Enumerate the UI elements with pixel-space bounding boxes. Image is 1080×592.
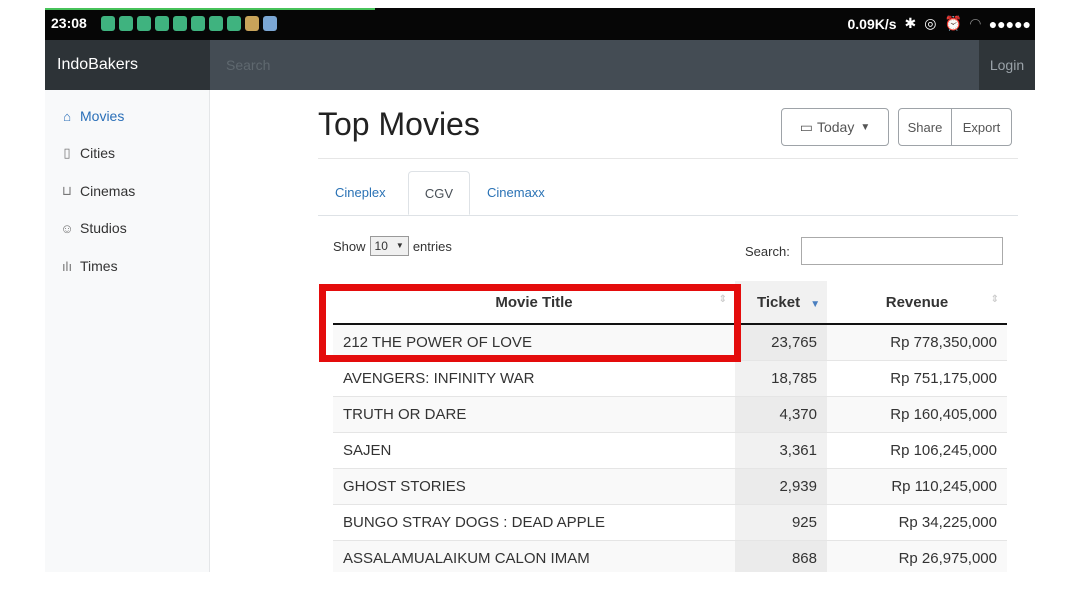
cell-title: ASSALAMUALAIKUM CALON IMAM bbox=[333, 540, 735, 572]
cell-revenue: Rp 26,975,000 bbox=[827, 540, 1007, 572]
cell-title: BUNGO STRAY DOGS : DEAD APPLE bbox=[333, 504, 735, 541]
status-time: 23:08 bbox=[51, 15, 87, 31]
header-divider bbox=[318, 158, 1018, 159]
sidebar-item-cities[interactable]: ▯ Cities bbox=[60, 143, 115, 163]
app-notification-icon bbox=[263, 16, 277, 31]
column-header-label: Revenue bbox=[885, 293, 949, 311]
show-label: Show bbox=[333, 238, 366, 254]
bar-chart-icon: ılı bbox=[61, 258, 73, 274]
vpn-icon: ◎ bbox=[924, 15, 937, 31]
share-button[interactable]: Share bbox=[898, 108, 952, 146]
cell-revenue: Rp 34,225,000 bbox=[827, 504, 1007, 541]
sidebar-item-label: Times bbox=[80, 258, 118, 274]
notification-icon bbox=[119, 16, 133, 31]
table-row[interactable]: ASSALAMUALAIKUM CALON IMAM 868 Rp 26,975… bbox=[333, 540, 1007, 572]
app-screen: 23:08 0.09K/s ✱ ◎ ⏰ ◠ ●●●●● IndoBakers L… bbox=[45, 8, 1035, 572]
notification-icon bbox=[173, 16, 187, 31]
column-header-ticket[interactable]: Ticket ▼ bbox=[735, 281, 827, 325]
net-speed: 0.09K/s bbox=[847, 15, 897, 32]
cell-ticket: 4,370 bbox=[735, 396, 827, 433]
entries-label: entries bbox=[412, 238, 452, 254]
sidebar-item-times[interactable]: ılı Times bbox=[60, 256, 118, 276]
date-range-button[interactable]: ▭ Today ▼ bbox=[781, 108, 889, 146]
brand-logo[interactable]: IndoBakers bbox=[45, 40, 210, 90]
table-search-label: Search: bbox=[745, 244, 790, 259]
wifi-icon: ◠ bbox=[969, 15, 981, 31]
cell-revenue: Rp 751,175,000 bbox=[827, 360, 1007, 397]
cell-revenue: Rp 106,245,000 bbox=[827, 432, 1007, 469]
column-header-revenue[interactable]: Revenue ⇕ bbox=[827, 281, 1007, 325]
bluetooth-icon: ✱ bbox=[904, 15, 917, 31]
export-button[interactable]: Export bbox=[951, 108, 1012, 146]
entries-value: 10 bbox=[374, 239, 388, 253]
login-link[interactable]: Login bbox=[979, 40, 1035, 90]
tab-cinemaxx[interactable]: Cinemaxx bbox=[472, 171, 560, 215]
cell-ticket: 23,765 bbox=[735, 324, 827, 361]
caret-down-icon: ▼ bbox=[860, 121, 871, 133]
cell-ticket: 925 bbox=[735, 504, 827, 541]
cell-revenue: Rp 778,350,000 bbox=[827, 324, 1007, 361]
file-icon: ▯ bbox=[63, 145, 71, 160]
tab-cgv[interactable]: CGV bbox=[408, 171, 470, 215]
alarm-icon: ⏰ bbox=[944, 15, 962, 31]
sidebar: ⌂ Movies ▯ Cities ⊔ Cinemas ☺ Studios ıl… bbox=[45, 90, 210, 572]
date-range-label: Today bbox=[816, 119, 855, 135]
sidebar-item-movies[interactable]: ⌂ Movies bbox=[60, 106, 124, 126]
cell-title: AVENGERS: INFINITY WAR bbox=[333, 360, 735, 397]
navbar-search-input[interactable] bbox=[210, 40, 980, 90]
sidebar-item-label: Cinemas bbox=[80, 183, 136, 199]
table-row[interactable]: BUNGO STRAY DOGS : DEAD APPLE 925 Rp 34,… bbox=[333, 504, 1007, 541]
page-title: Top Movies bbox=[318, 106, 480, 142]
notification-icon bbox=[155, 16, 169, 31]
cell-ticket: 868 bbox=[735, 540, 827, 572]
entries-length-control: Show 10 ▼ entries bbox=[333, 236, 452, 256]
table-row[interactable]: GHOST STORIES 2,939 Rp 110,245,000 bbox=[333, 468, 1007, 505]
cell-title: GHOST STORIES bbox=[333, 468, 735, 505]
cell-ticket: 18,785 bbox=[735, 360, 827, 397]
sort-desc-icon: ▼ bbox=[810, 298, 821, 310]
sidebar-item-label: Cities bbox=[80, 145, 116, 161]
notification-icon bbox=[137, 16, 151, 31]
cell-title: SAJEN bbox=[333, 432, 735, 469]
home-icon: ⌂ bbox=[63, 108, 71, 124]
signal-dots: ●●●●● bbox=[988, 15, 1031, 32]
cell-title: TRUTH OR DARE bbox=[333, 396, 735, 433]
cell-revenue: Rp 160,405,000 bbox=[827, 396, 1007, 433]
cinema-tabs: Cineplex CGV Cinemaxx bbox=[318, 171, 1018, 216]
tab-cineplex[interactable]: Cineplex bbox=[320, 171, 401, 215]
cell-revenue: Rp 110,245,000 bbox=[827, 468, 1007, 505]
notification-icon bbox=[101, 16, 115, 31]
top-navbar: IndoBakers Login bbox=[45, 40, 1035, 90]
notification-icon bbox=[191, 16, 205, 31]
table-search-input[interactable] bbox=[801, 237, 1003, 265]
notification-icon bbox=[209, 16, 223, 31]
sidebar-item-label: Studios bbox=[80, 220, 127, 236]
caret-down-icon: ▼ bbox=[395, 241, 404, 250]
sidebar-item-studios[interactable]: ☺ Studios bbox=[60, 218, 127, 238]
notification-icons bbox=[101, 16, 277, 31]
notification-icon bbox=[227, 16, 241, 31]
users-icon: ☺ bbox=[60, 220, 74, 236]
sidebar-item-cinemas[interactable]: ⊔ Cinemas bbox=[60, 181, 135, 201]
cell-ticket: 2,939 bbox=[735, 468, 827, 505]
calendar-icon: ▭ bbox=[799, 118, 813, 135]
status-right: 0.09K/s ✱ ◎ ⏰ ◠ ●●●●● bbox=[848, 15, 1032, 32]
cell-ticket: 3,361 bbox=[735, 432, 827, 469]
table-row[interactable]: AVENGERS: INFINITY WAR 18,785 Rp 751,175… bbox=[333, 360, 1007, 397]
loading-progress-line bbox=[45, 8, 375, 10]
sort-both-icon: ⇕ bbox=[990, 294, 999, 305]
status-bar: 23:08 0.09K/s ✱ ◎ ⏰ ◠ ●●●●● bbox=[45, 8, 1035, 40]
red-highlight-box bbox=[319, 284, 741, 362]
table-row[interactable]: SAJEN 3,361 Rp 106,245,000 bbox=[333, 432, 1007, 469]
table-row[interactable]: TRUTH OR DARE 4,370 Rp 160,405,000 bbox=[333, 396, 1007, 433]
image-notification-icon bbox=[245, 16, 259, 31]
column-header-label: Ticket bbox=[757, 293, 801, 311]
sidebar-item-label: Movies bbox=[80, 108, 125, 124]
cart-icon: ⊔ bbox=[61, 183, 73, 198]
entries-select[interactable]: 10 ▼ bbox=[369, 236, 409, 256]
